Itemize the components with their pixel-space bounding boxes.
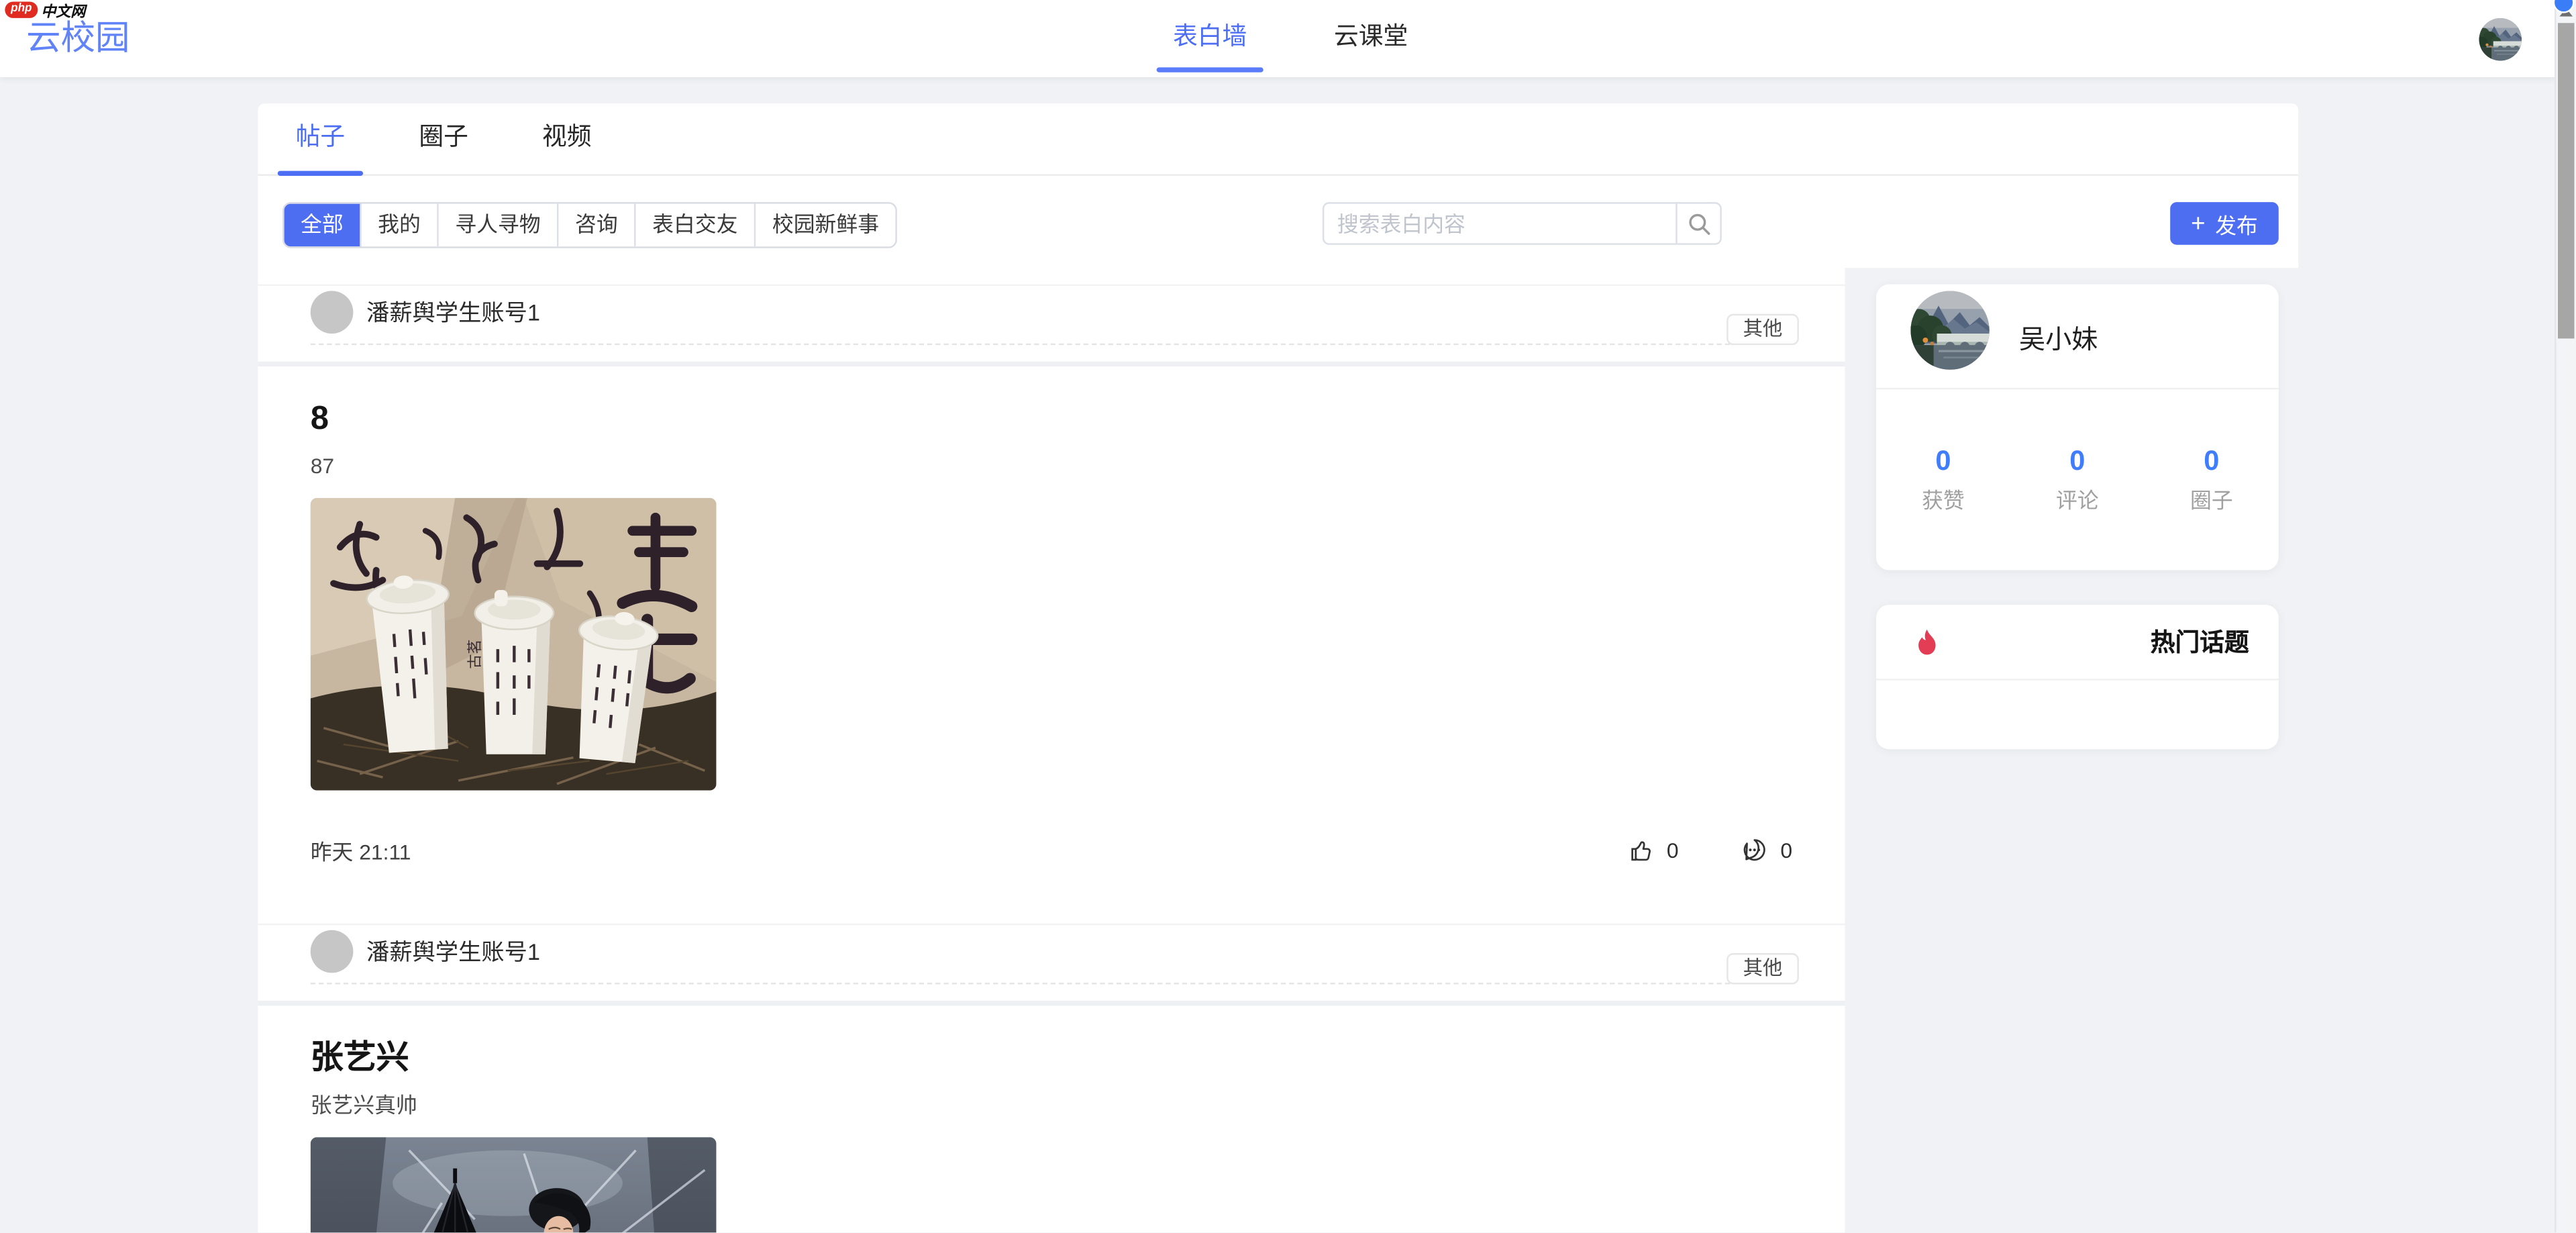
post-category-tag: 其他 [1727, 953, 1799, 985]
search-box [1323, 202, 1722, 245]
category-filter-group: 全部 我的 寻人寻物 咨询 表白交友 校园新鲜事 [282, 202, 897, 248]
main-nav: 表白墙 云课堂 [1157, 0, 1425, 77]
sidebar: 吴小妹 0 获赞 0 评论 0 [1876, 268, 2279, 749]
plus-icon: + [2191, 211, 2205, 236]
svg-text:古茗: 古茗 [466, 639, 483, 669]
stat-comments: 0 评论 [2010, 445, 2145, 512]
profile-card: 吴小妹 0 获赞 0 评论 0 [1876, 285, 2279, 571]
profile-name: 吴小妹 [2019, 317, 2098, 357]
nav-tab-confession-wall[interactable]: 表白墙 [1157, 0, 1264, 77]
comment-icon [1741, 838, 1767, 863]
flame-icon [1914, 627, 1940, 656]
post-author-avatar[interactable] [311, 291, 354, 334]
section-divider [258, 1001, 1845, 1005]
page: php 中文网 云校园 表白墙 云课堂 帖子 圈子 视频 全部 [0, 0, 2576, 1232]
filter-campus-news[interactable]: 校园新鲜事 [756, 204, 895, 247]
search-input[interactable] [1324, 204, 1676, 244]
stat-label: 圈子 [2145, 488, 2279, 513]
filter-mine[interactable]: 我的 [362, 204, 439, 247]
like-button[interactable]: 0 [1629, 838, 1679, 863]
post-text: 张艺兴真帅 [311, 1091, 1792, 1121]
post-author-avatar[interactable] [311, 930, 354, 973]
thumbs-up-icon [1629, 838, 1654, 863]
section-divider [258, 362, 1845, 366]
publish-button[interactable]: + 发布 [2170, 202, 2279, 245]
like-count: 0 [1667, 838, 1679, 863]
post-author-name[interactable]: 潘薪舆学生账号1 [366, 935, 540, 968]
post-image[interactable]: 古茗 [311, 498, 717, 791]
post-text: 87 [311, 452, 1792, 481]
top-navbar: 云校园 表白墙 云课堂 [0, 0, 2576, 77]
tab-posts[interactable]: 帖子 [278, 121, 363, 174]
post-author-name[interactable]: 潘薪舆学生账号1 [366, 296, 540, 329]
filter-consult[interactable]: 咨询 [559, 204, 636, 247]
comment-button[interactable]: 0 [1741, 838, 1792, 863]
filter-all[interactable]: 全部 [285, 204, 362, 247]
stat-label: 获赞 [1876, 488, 2010, 513]
stat-value: 0 [1876, 445, 2010, 478]
stat-value: 0 [2145, 445, 2279, 478]
search-button[interactable] [1676, 204, 1720, 244]
magnifier-icon [1686, 211, 1711, 236]
hot-topics-card: 热门话题 [1876, 605, 2279, 749]
post-image[interactable] [311, 1137, 717, 1232]
post-item: 潘薪舆学生账号1 其他 张艺兴 张艺兴真帅 [258, 924, 1845, 1232]
post-category-tag: 其他 [1727, 314, 1799, 346]
stat-circles: 0 圈子 [2145, 445, 2279, 512]
post-item: 潘薪舆学生账号1 其他 8 87 [258, 285, 1845, 924]
post-title[interactable]: 张艺兴 [311, 1035, 1792, 1081]
stat-likes: 0 获赞 [1876, 445, 2010, 512]
filter-lost-found[interactable]: 寻人寻物 [439, 204, 559, 247]
profile-stats: 0 获赞 0 评论 0 圈子 [1876, 445, 2279, 512]
php-badge-label: 中文网 [41, 0, 85, 21]
content-tabs: 帖子 圈子 视频 [258, 103, 2298, 176]
page-body: 帖子 圈子 视频 全部 我的 寻人寻物 咨询 表白交友 校园新鲜事 [0, 77, 2557, 1232]
hot-topics-title: 热门话题 [2151, 624, 2249, 658]
scrollbar-thumb[interactable] [2558, 23, 2574, 338]
tab-circles[interactable]: 圈子 [401, 121, 486, 174]
php-site-badge: php 中文网 [5, 1, 85, 17]
profile-avatar[interactable] [1910, 291, 1990, 370]
scrollbar[interactable] [2555, 0, 2576, 1232]
posts-list: 潘薪舆学生账号1 其他 8 87 [258, 268, 1845, 1232]
post-title[interactable]: 8 [311, 396, 1792, 442]
post-timestamp: 昨天 21:11 [311, 835, 1567, 867]
php-logo: php [5, 1, 38, 17]
tab-videos[interactable]: 视频 [524, 121, 609, 174]
stat-value: 0 [2010, 445, 2145, 478]
dashed-divider [311, 344, 1730, 345]
nav-tab-cloud-classroom[interactable]: 云课堂 [1318, 0, 1425, 77]
avatar-photo [2479, 18, 2522, 61]
dashed-divider [311, 983, 1730, 984]
stat-label: 评论 [2010, 488, 2145, 513]
content-header-card: 帖子 圈子 视频 全部 我的 寻人寻物 咨询 表白交友 校园新鲜事 [258, 103, 2298, 268]
comment-count: 0 [1780, 838, 1792, 863]
publish-label: 发布 [2215, 208, 2258, 240]
filter-toolbar: 全部 我的 寻人寻物 咨询 表白交友 校园新鲜事 [258, 202, 2298, 268]
user-avatar[interactable] [2479, 18, 2522, 61]
avatar-photo [1910, 291, 1990, 370]
filter-confession[interactable]: 表白交友 [636, 204, 756, 247]
